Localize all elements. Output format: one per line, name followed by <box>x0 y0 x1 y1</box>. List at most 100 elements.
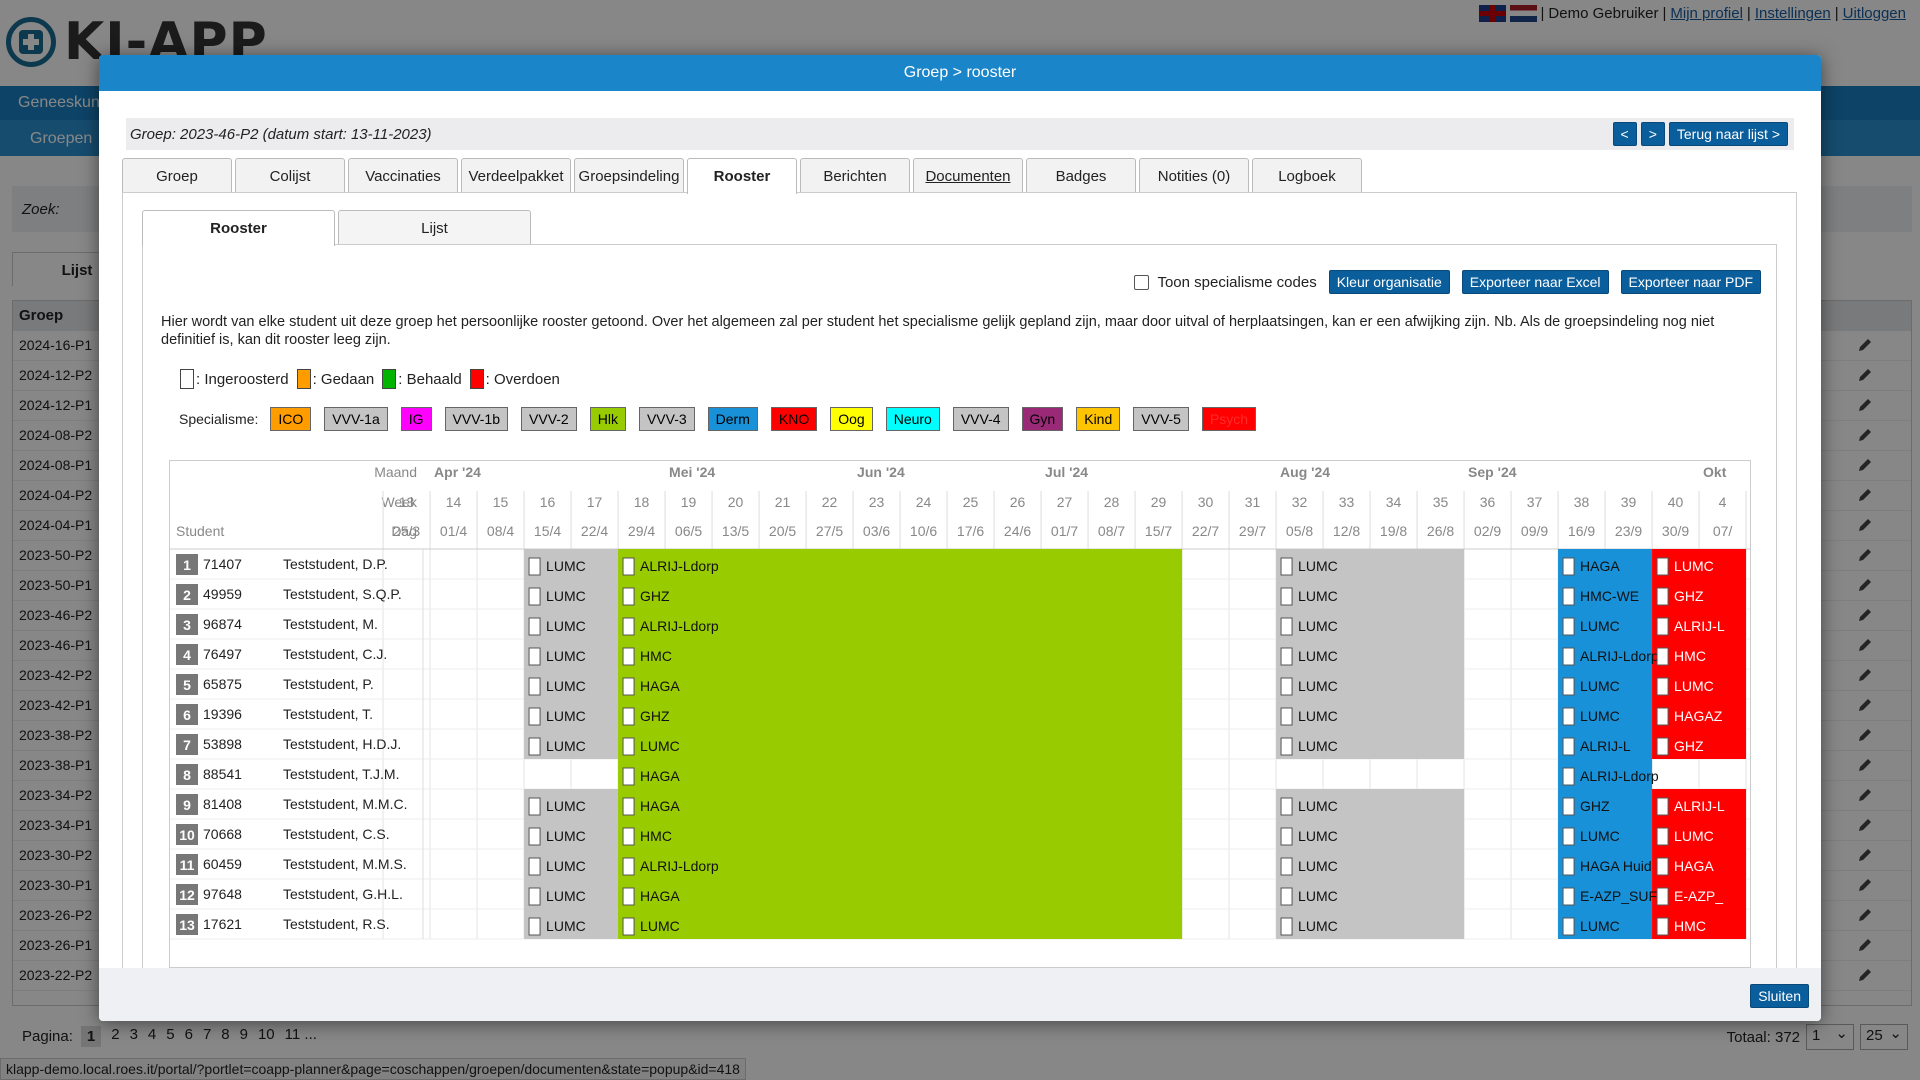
schedule-block[interactable] <box>618 699 1183 729</box>
status-checkbox[interactable] <box>622 677 635 696</box>
status-checkbox[interactable] <box>1280 617 1293 636</box>
prev-button[interactable]: < <box>1612 122 1637 146</box>
status-checkbox[interactable] <box>1280 677 1293 696</box>
status-checkbox[interactable] <box>1562 887 1575 906</box>
status-checkbox[interactable] <box>1656 917 1669 936</box>
color-org-button[interactable]: Kleur organisatie <box>1328 270 1450 294</box>
tab-vaccinaties[interactable]: Vaccinaties <box>348 158 458 192</box>
tab-logboek[interactable]: Logboek <box>1252 158 1362 192</box>
tab-groep[interactable]: Groep <box>122 158 232 192</box>
status-checkbox[interactable] <box>1562 857 1575 876</box>
status-checkbox[interactable] <box>1562 827 1575 846</box>
status-checkbox[interactable] <box>1562 677 1575 696</box>
status-checkbox[interactable] <box>528 617 541 636</box>
status-checkbox[interactable] <box>1280 737 1293 756</box>
status-checkbox[interactable] <box>1280 587 1293 606</box>
status-checkbox[interactable] <box>528 917 541 936</box>
close-button[interactable]: Sluiten <box>1750 984 1809 1008</box>
tab-verdeelpakket[interactable]: Verdeelpakket <box>461 158 571 192</box>
status-checkbox[interactable] <box>622 917 635 936</box>
status-checkbox[interactable] <box>1656 647 1669 666</box>
week-label: 20 <box>728 494 744 510</box>
status-checkbox[interactable] <box>1280 797 1293 816</box>
status-checkbox[interactable] <box>1562 917 1575 936</box>
tab-notities-0[interactable]: Notities (0) <box>1139 158 1249 192</box>
block-label: LUMC <box>546 738 586 754</box>
back-to-list-button[interactable]: Terug naar lijst > <box>1668 122 1788 146</box>
status-checkbox[interactable] <box>622 887 635 906</box>
student-number: 10 <box>179 827 195 843</box>
status-checkbox[interactable] <box>528 587 541 606</box>
tab-badges[interactable]: Badges <box>1026 158 1136 192</box>
status-checkbox[interactable] <box>1656 887 1669 906</box>
status-checkbox[interactable] <box>622 857 635 876</box>
status-checkbox[interactable] <box>1562 617 1575 636</box>
status-checkbox[interactable] <box>1656 737 1669 756</box>
schedule-block[interactable] <box>618 579 1183 609</box>
export-excel-button[interactable]: Exporteer naar Excel <box>1461 270 1609 294</box>
tab-groepsindeling[interactable]: Groepsindeling <box>574 158 684 192</box>
status-checkbox[interactable] <box>1280 887 1293 906</box>
schedule-block[interactable] <box>618 669 1183 699</box>
tab-colijst[interactable]: Colijst <box>235 158 345 192</box>
status-checkbox[interactable] <box>528 857 541 876</box>
status-checkbox[interactable] <box>622 587 635 606</box>
status-checkbox[interactable] <box>622 707 635 726</box>
status-checkbox[interactable] <box>1280 647 1293 666</box>
status-checkbox[interactable] <box>622 797 635 816</box>
status-checkbox[interactable] <box>528 827 541 846</box>
tab-rooster[interactable]: Rooster <box>687 158 797 194</box>
status-checkbox[interactable] <box>528 707 541 726</box>
tab-berichten[interactable]: Berichten <box>800 158 910 192</box>
status-checkbox[interactable] <box>1656 797 1669 816</box>
show-codes-checkbox[interactable] <box>1134 274 1150 290</box>
status-checkbox[interactable] <box>528 887 541 906</box>
status-checkbox[interactable] <box>1656 587 1669 606</box>
status-checkbox[interactable] <box>1562 647 1575 666</box>
status-checkbox[interactable] <box>1280 707 1293 726</box>
status-checkbox[interactable] <box>1656 677 1669 696</box>
status-checkbox[interactable] <box>622 617 635 636</box>
schedule-block[interactable] <box>618 639 1183 669</box>
block-label: GHZ <box>1674 588 1704 604</box>
status-checkbox[interactable] <box>1562 767 1575 786</box>
status-checkbox[interactable] <box>1280 557 1293 576</box>
schedule-block[interactable] <box>618 759 1183 789</box>
status-checkbox[interactable] <box>1280 917 1293 936</box>
status-checkbox[interactable] <box>1562 587 1575 606</box>
status-checkbox[interactable] <box>1656 617 1669 636</box>
status-checkbox[interactable] <box>528 677 541 696</box>
next-button[interactable]: > <box>1640 122 1665 146</box>
status-checkbox[interactable] <box>622 767 635 786</box>
status-checkbox[interactable] <box>1656 857 1669 876</box>
tab-documenten[interactable]: Documenten <box>913 158 1023 192</box>
status-checkbox[interactable] <box>528 797 541 816</box>
status-checkbox[interactable] <box>1562 797 1575 816</box>
status-checkbox[interactable] <box>528 647 541 666</box>
schedule-block[interactable] <box>618 819 1183 849</box>
status-checkbox[interactable] <box>1656 557 1669 576</box>
status-checkbox[interactable] <box>1562 737 1575 756</box>
student-id: 71407 <box>203 556 242 572</box>
status-checkbox[interactable] <box>1562 707 1575 726</box>
subtab-rooster[interactable]: Rooster <box>142 210 335 246</box>
schedule-grid[interactable]: Maand Week Dag Student Apr '24 Mei '24 Jun '24… <box>169 460 1751 968</box>
status-checkbox[interactable] <box>622 827 635 846</box>
status-checkbox[interactable] <box>528 557 541 576</box>
schedule-block[interactable] <box>618 729 1183 759</box>
status-checkbox[interactable] <box>622 737 635 756</box>
status-checkbox[interactable] <box>1656 707 1669 726</box>
status-checkbox[interactable] <box>528 737 541 756</box>
schedule-block[interactable] <box>618 789 1183 819</box>
schedule-block[interactable] <box>618 879 1183 909</box>
status-checkbox[interactable] <box>1656 827 1669 846</box>
schedule-block[interactable] <box>618 909 1183 939</box>
status-checkbox[interactable] <box>622 557 635 576</box>
subtab-lijst[interactable]: Lijst <box>338 210 531 244</box>
legend-label: : Behaald <box>398 370 462 388</box>
status-checkbox[interactable] <box>1280 827 1293 846</box>
status-checkbox[interactable] <box>622 647 635 666</box>
export-pdf-button[interactable]: Exporteer naar PDF <box>1620 270 1761 294</box>
status-checkbox[interactable] <box>1280 857 1293 876</box>
status-checkbox[interactable] <box>1562 557 1575 576</box>
